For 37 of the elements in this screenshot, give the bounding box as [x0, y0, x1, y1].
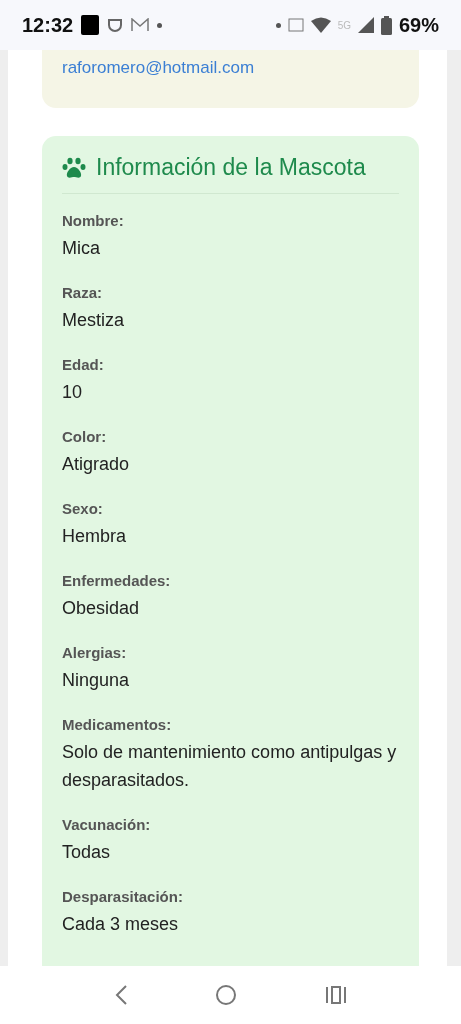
home-icon[interactable]: [215, 984, 238, 1006]
clock-time: 12:32: [22, 13, 74, 37]
field-value: Solo de mantenimiento como antipulgas y desparasitados.: [62, 741, 398, 792]
field-label: Sexo:: [62, 500, 104, 517]
field-value: Cada 3 meses: [62, 913, 180, 936]
field-value: Hembra: [62, 525, 128, 548]
field-value: Mestiza: [62, 309, 125, 332]
field-label: Raza:: [62, 284, 103, 301]
field-value: Obesidad: [62, 597, 141, 620]
dot-icon: [157, 22, 163, 28]
paw-icon: [62, 156, 86, 179]
battery-percent: 69%: [398, 13, 439, 37]
field-value: Ninguna: [62, 669, 131, 692]
field-label: Desparasitación:: [62, 888, 184, 905]
mail-icon: [131, 18, 150, 32]
square-icon: [81, 15, 100, 35]
field-label: Enfermedades:: [62, 572, 172, 589]
recents-icon[interactable]: [325, 986, 348, 1004]
field-value: Todas: [62, 841, 112, 864]
signal-icon: [357, 17, 374, 33]
field-label: Medicamentos:: [62, 716, 173, 733]
back-icon[interactable]: [113, 985, 128, 1005]
battery-icon: [380, 15, 392, 35]
field-value: 10: [62, 381, 84, 404]
field-label: Edad:: [62, 356, 105, 373]
field-value: Atigrado: [62, 453, 131, 476]
network-label: 5G: [337, 19, 351, 31]
wifi-icon: [310, 17, 331, 33]
shield-icon: [107, 18, 124, 32]
field-label: Nombre:: [62, 212, 125, 229]
field-label: Vacunación:: [62, 816, 152, 833]
field-label: Color:: [62, 428, 108, 445]
field-value: Mica: [62, 237, 101, 260]
email-link[interactable]: raforomero@hotmail.com: [62, 58, 255, 77]
dot-icon: [275, 22, 281, 28]
field-label: Alergias:: [62, 644, 128, 661]
card-title: Información de la Mascota: [96, 154, 366, 181]
